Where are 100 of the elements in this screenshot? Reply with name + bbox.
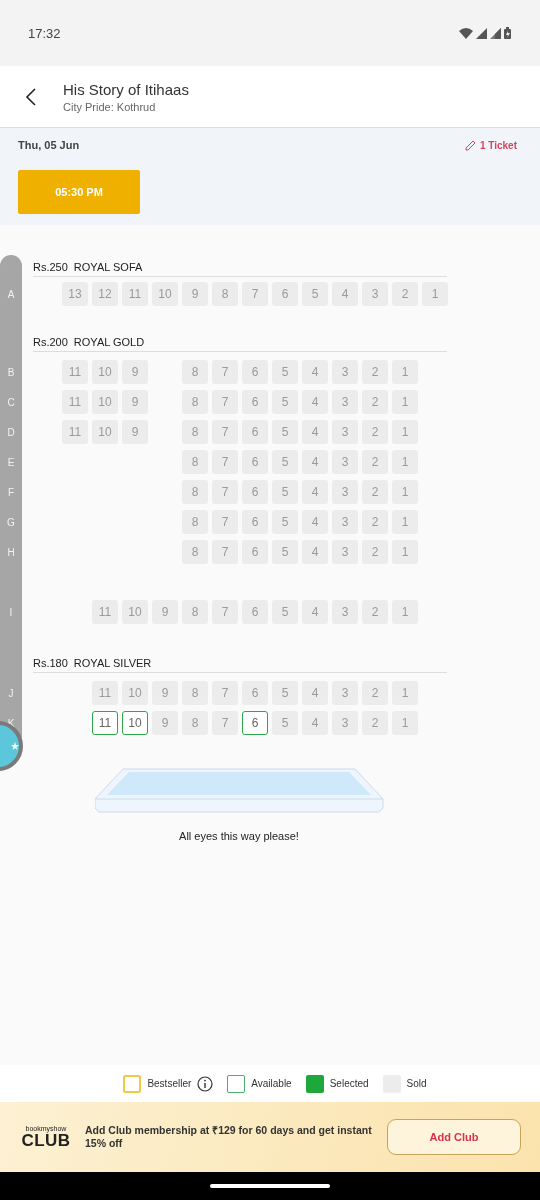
seat: 1 <box>392 420 418 444</box>
row-label: D <box>6 425 16 440</box>
legend-swatch <box>305 1074 324 1093</box>
section-name: ROYAL SILVER <box>73 657 152 669</box>
seat: 6 <box>242 390 268 414</box>
ticket-price: Rs.250 <box>33 261 68 273</box>
seat: 2 <box>362 390 388 414</box>
ticket-count[interactable]: 1 Ticket <box>464 139 517 151</box>
seat: 2 <box>362 480 388 504</box>
seat: 11 <box>92 681 118 705</box>
add-club-button[interactable]: Add Club <box>387 1119 521 1155</box>
seat: 9 <box>152 711 178 735</box>
seat: 2 <box>392 282 418 306</box>
seat: 3 <box>332 510 358 534</box>
seat: 6 <box>272 282 298 306</box>
seat: 4 <box>302 480 328 504</box>
seat: 8 <box>182 450 208 474</box>
seat: 7 <box>212 681 238 705</box>
info-icon[interactable] <box>197 1075 214 1092</box>
seat: 7 <box>242 282 268 306</box>
seat: 9 <box>152 600 178 624</box>
seat[interactable]: 6 <box>242 711 268 735</box>
seat: 6 <box>242 450 268 474</box>
back-button[interactable] <box>24 86 38 107</box>
movie-title: His Story of Itihaas <box>63 80 189 98</box>
seat: 5 <box>272 711 298 735</box>
seat: 3 <box>332 681 358 705</box>
seat: 4 <box>302 540 328 564</box>
seat: 9 <box>182 282 208 306</box>
seat[interactable]: 11 <box>92 711 118 735</box>
seat: 3 <box>332 480 358 504</box>
seat: 5 <box>272 681 298 705</box>
seat: 1 <box>392 711 418 735</box>
seat: 6 <box>242 420 268 444</box>
seat: 3 <box>332 420 358 444</box>
battery-icon <box>504 27 512 39</box>
legend-label: Selected <box>329 1078 369 1089</box>
club-wordmark: CLUB <box>21 1132 71 1149</box>
seat: 2 <box>362 540 388 564</box>
seat: 2 <box>362 510 388 534</box>
seat: 5 <box>272 390 298 414</box>
seat: 1 <box>392 510 418 534</box>
seat: 11 <box>92 600 118 624</box>
seat: 4 <box>332 282 358 306</box>
seat: 6 <box>242 681 268 705</box>
seat: 2 <box>362 420 388 444</box>
seat: 5 <box>272 600 298 624</box>
seat: 11 <box>62 390 88 414</box>
seat: 8 <box>182 390 208 414</box>
seat: 1 <box>392 540 418 564</box>
seat: 4 <box>302 681 328 705</box>
legend-swatch <box>227 1074 246 1093</box>
seat: 12 <box>92 282 118 306</box>
seat: 5 <box>272 480 298 504</box>
screen-caption: All eyes this way please! <box>179 830 299 842</box>
seat: 8 <box>182 711 208 735</box>
seat: 9 <box>122 390 148 414</box>
seat: 7 <box>212 711 238 735</box>
seat: 1 <box>392 480 418 504</box>
seat: 5 <box>272 540 298 564</box>
seat: 5 <box>272 360 298 384</box>
venue-name: City Pride: Kothrud <box>63 100 157 113</box>
row-label: B <box>6 365 16 380</box>
seat: 5 <box>272 450 298 474</box>
legend-swatch <box>123 1074 142 1093</box>
seat: 7 <box>212 420 238 444</box>
seat: 6 <box>242 480 268 504</box>
seat: 4 <box>302 390 328 414</box>
seat: 10 <box>122 681 148 705</box>
seat: 10 <box>152 282 178 306</box>
seat: 1 <box>422 282 448 306</box>
seat: 11 <box>62 360 88 384</box>
seat: 6 <box>242 510 268 534</box>
seat: 1 <box>392 390 418 414</box>
signal-icon <box>476 27 487 39</box>
seat[interactable]: 10 <box>122 711 148 735</box>
seat: 8 <box>182 360 208 384</box>
seat: 2 <box>362 600 388 624</box>
seat: 8 <box>182 681 208 705</box>
seat: 8 <box>182 600 208 624</box>
seat: 7 <box>212 480 238 504</box>
seat: 9 <box>122 360 148 384</box>
legend-label: Bestseller <box>147 1078 192 1089</box>
section-name: ROYAL SOFA <box>73 261 143 273</box>
seat: 1 <box>392 450 418 474</box>
seat: 1 <box>392 360 418 384</box>
row-label: H <box>6 545 16 560</box>
seat: 2 <box>362 711 388 735</box>
wifi-icon <box>459 27 473 39</box>
seat: 9 <box>152 681 178 705</box>
ticket-price: Rs.200 <box>33 336 68 348</box>
star-icon <box>11 741 19 751</box>
seat: 3 <box>332 450 358 474</box>
seat: 5 <box>272 510 298 534</box>
signal-icon <box>490 27 501 39</box>
seat: 8 <box>182 540 208 564</box>
seat: 6 <box>242 600 268 624</box>
seat: 2 <box>362 681 388 705</box>
seat: 3 <box>332 360 358 384</box>
show-date: Thu, 05 Jun <box>18 139 80 151</box>
